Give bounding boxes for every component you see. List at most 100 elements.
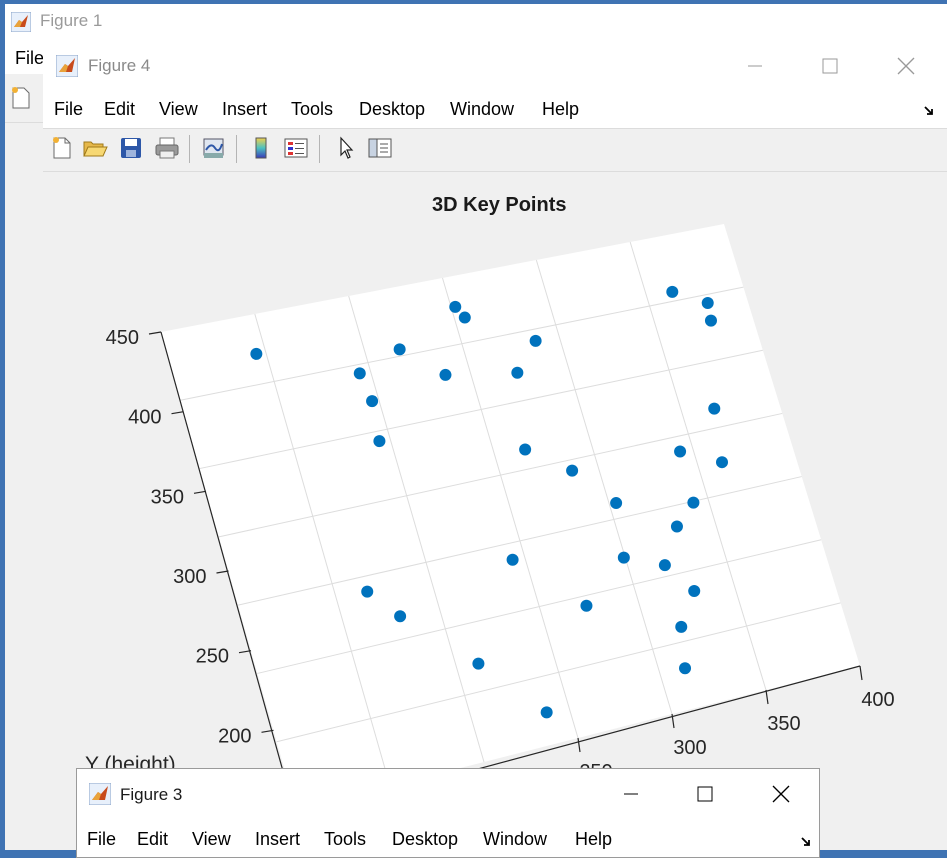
figure-1-menu-file[interactable]: File [15,48,44,69]
menu-window[interactable]: Window [483,829,547,850]
property-inspector-icon[interactable] [366,134,394,162]
x-tick [577,737,581,753]
figure-3-title: Figure 3 [120,785,183,804]
pointer-icon[interactable] [332,134,360,162]
data-point [617,551,630,564]
save-icon[interactable] [117,134,145,162]
data-point [688,584,701,597]
menu-tools[interactable]: Tools [324,829,366,850]
data-point [666,285,679,298]
data-point [716,456,729,469]
menu-window[interactable]: Window [450,99,514,120]
data-point [580,599,593,612]
y-tick [216,570,229,574]
matlab-icon [88,782,112,810]
data-point [701,297,714,310]
menu-view[interactable]: View [159,99,198,120]
menu-insert[interactable]: Insert [222,99,267,120]
axes-3d[interactable]: 450400350300250200 250300350400 Y (heigh… [43,170,947,850]
dock-arrow-icon[interactable] [800,835,812,853]
dock-arrow-icon[interactable] [923,104,935,122]
data-point [366,395,379,408]
menu-desktop[interactable]: Desktop [359,99,425,120]
minimize-icon [748,65,762,67]
data-point [250,347,263,360]
x-tick-label: 350 [767,713,800,735]
maximize-icon [697,786,713,802]
maximize-button[interactable] [682,769,728,819]
menu-help[interactable]: Help [542,99,579,120]
axes-plane [161,224,860,810]
menu-edit[interactable]: Edit [137,829,168,850]
data-point [675,620,688,633]
data-point [519,443,532,456]
new-figure-icon[interactable] [48,134,76,162]
data-point [449,300,462,313]
menu-view[interactable]: View [192,829,231,850]
figure-4-menubar: File Edit View Insert Tools Desktop Wind… [43,90,947,128]
figure-3-titlebar[interactable]: Figure 3 [77,769,819,819]
menu-help[interactable]: Help [575,829,612,850]
menu-desktop[interactable]: Desktop [392,829,458,850]
data-point [361,585,374,598]
toolbar-separator [319,135,320,163]
close-button[interactable] [758,769,804,819]
matlab-icon [55,54,79,82]
y-tick-label: 450 [106,327,139,349]
figure-3-window[interactable]: Figure 3 File Edit View Insert Tools Des… [76,768,820,858]
minimize-button[interactable] [608,769,654,819]
figure-1-title: Figure 1 [40,11,103,30]
y-tick [148,331,162,335]
data-point [679,662,692,675]
data-point [511,366,524,379]
y-tick [193,490,207,494]
data-point [610,497,623,510]
y-tick-label: 300 [173,566,206,588]
data-point [373,435,386,448]
data-point [393,343,406,356]
data-point [529,334,542,347]
figure-1-titlebar[interactable]: Figure 1 [5,4,947,39]
data-point [674,445,687,458]
data-point [540,706,553,719]
menu-file[interactable]: File [87,829,116,850]
x-tick-label: 400 [861,689,894,711]
menu-tools[interactable]: Tools [291,99,333,120]
data-point [658,559,671,572]
colorbar-icon[interactable] [247,134,275,162]
figure-4-title: Figure 4 [88,56,151,75]
legend-icon[interactable] [282,134,310,162]
y-tick [171,411,184,415]
y-tick-label: 250 [196,646,229,668]
print-icon[interactable] [153,134,181,162]
y-tick-label: 350 [151,486,184,508]
figure-4-window[interactable]: Figure 4 File Edit View Insert Tools Des… [43,42,947,850]
minimize-button[interactable] [732,42,778,90]
menu-insert[interactable]: Insert [255,829,300,850]
x-tick-label: 300 [673,737,706,759]
link-plot-icon[interactable] [200,134,228,162]
close-button[interactable] [883,42,929,90]
data-point [708,402,721,415]
menu-file[interactable]: File [54,99,83,120]
data-point [458,311,471,324]
new-figure-icon[interactable] [10,86,32,115]
data-point [353,367,366,380]
figure-4-toolbar [43,128,947,172]
close-icon [897,57,915,75]
data-point [506,553,519,566]
figure-4-titlebar[interactable]: Figure 4 [43,42,947,90]
close-icon [772,785,790,803]
open-file-icon[interactable] [81,134,109,162]
maximize-button[interactable] [807,42,853,90]
x-tick [859,665,863,681]
data-point [670,520,683,533]
menu-edit[interactable]: Edit [104,99,135,120]
maximize-icon [822,58,838,74]
minimize-icon [624,793,638,795]
x-tick [765,689,769,705]
data-point [687,496,700,509]
data-point [566,464,579,477]
data-point [472,657,485,670]
y-tick-label: 200 [218,725,251,747]
